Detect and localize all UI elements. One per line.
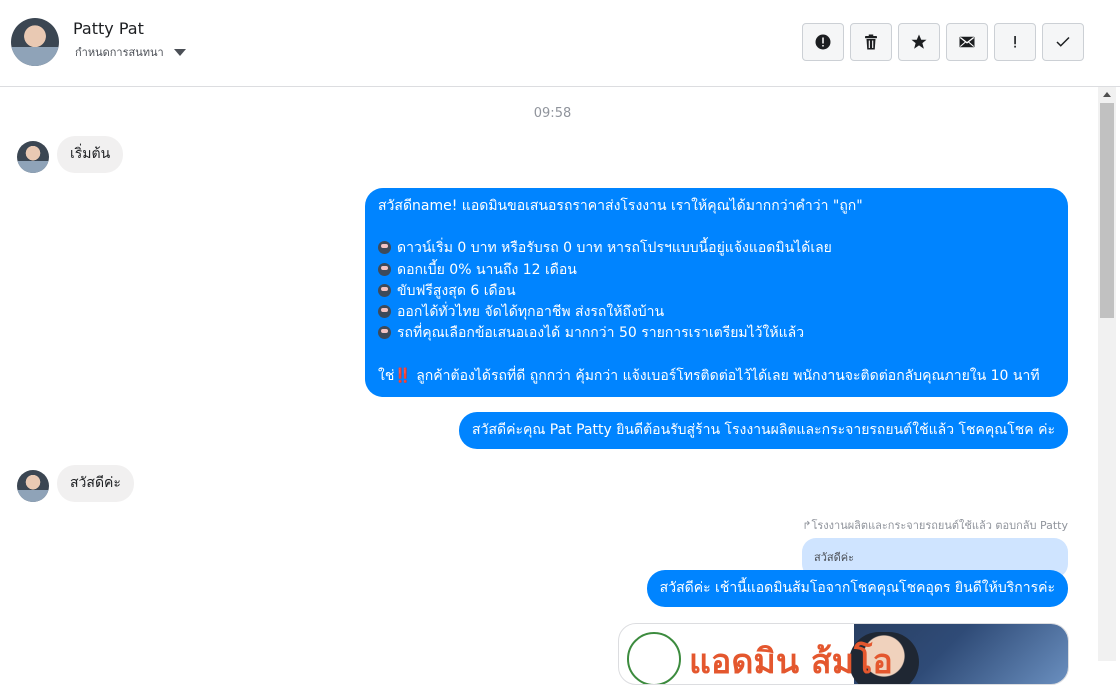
message-line: ใช่‼️ ลูกค้าต้องได้รถที่ดี ถูกกว่า คุ้มก… bbox=[378, 367, 1040, 384]
outgoing-message[interactable]: สวัสดีค่ะคุณ Pat Patty ยินดีต้อนรับสู่ร้… bbox=[459, 412, 1068, 449]
caret-down-icon bbox=[173, 48, 186, 56]
car-emoji-icon bbox=[378, 305, 391, 319]
car-emoji-icon bbox=[378, 241, 391, 255]
check-icon bbox=[1056, 36, 1070, 47]
trash-icon bbox=[865, 34, 877, 50]
image-message[interactable]: แอดมิน ส้มโอ bbox=[618, 623, 1069, 685]
header-actions bbox=[802, 23, 1084, 61]
report-button[interactable] bbox=[802, 23, 844, 61]
message-line: ดาวน์เริ่ม 0 บาท หรือรับรถ 0 บาท หารถโปร… bbox=[378, 238, 1055, 259]
scrollbar[interactable] bbox=[1098, 87, 1116, 661]
message-line bbox=[378, 345, 1055, 366]
exclamation-icon bbox=[1014, 36, 1016, 48]
message-line: ดอกเบี้ย 0% นานถึง 12 เดือน bbox=[378, 260, 1055, 281]
image-caption: แอดมิน ส้มโอ bbox=[689, 642, 893, 682]
incoming-message[interactable]: เริ่มต้น bbox=[57, 136, 124, 173]
incoming-message[interactable]: สวัสดีค่ะ bbox=[57, 465, 134, 502]
car-emoji-icon bbox=[378, 283, 391, 297]
contact-name[interactable]: Patty Pat bbox=[73, 19, 144, 38]
sender-avatar bbox=[17, 141, 49, 173]
star-button[interactable] bbox=[898, 23, 940, 61]
reply-context-label: ↱โรงงานผลิตและกระจายรถยนต์ใช้แล้ว ตอบกลั… bbox=[802, 519, 1068, 532]
message-line: สวัสดีname! แอดมินขอเสนอรถราคาส่งโรงงาน … bbox=[378, 198, 863, 214]
message-line: ออกได้ทั่วไทย จัดได้ทุกอาชีพ ส่งรถให้ถึง… bbox=[378, 302, 1055, 323]
alert-circle-icon bbox=[815, 34, 831, 50]
envelope-icon bbox=[959, 36, 975, 48]
scroll-up-icon[interactable] bbox=[1103, 92, 1111, 97]
car-emoji-icon bbox=[378, 326, 391, 340]
outgoing-message[interactable]: สวัสดีค่ะ เช้านี้แอดมินส้มโอจากโชคคุณโชค… bbox=[646, 570, 1068, 607]
scrollbar-thumb[interactable] bbox=[1100, 103, 1114, 318]
message-line: ขับฟรีสูงสุด 6 เดือน bbox=[378, 281, 1055, 302]
outgoing-message[interactable]: สวัสดีname! แอดมินขอเสนอรถราคาส่งโรงงาน … bbox=[365, 188, 1068, 397]
star-icon bbox=[911, 34, 927, 49]
mark-done-button[interactable] bbox=[1042, 23, 1084, 61]
message-line: รถที่คุณเลือกข้อเสนอเองได้ มากกว่า 50 รา… bbox=[378, 323, 1055, 344]
conversation-header: Patty Pat กำหนดการสนทนา bbox=[0, 0, 1120, 87]
delete-button[interactable] bbox=[850, 23, 892, 61]
mail-button[interactable] bbox=[946, 23, 988, 61]
conversation-schedule-label: กำหนดการสนทนา bbox=[75, 46, 164, 59]
car-emoji-icon bbox=[378, 262, 391, 276]
conversation-schedule-dropdown[interactable]: กำหนดการสนทนา bbox=[75, 43, 186, 61]
company-logo bbox=[627, 632, 681, 684]
mark-important-button[interactable] bbox=[994, 23, 1036, 61]
contact-avatar[interactable] bbox=[11, 18, 59, 66]
message-line bbox=[378, 217, 1055, 238]
sender-avatar bbox=[17, 470, 49, 502]
message-timestamp: 09:58 bbox=[533, 106, 572, 121]
